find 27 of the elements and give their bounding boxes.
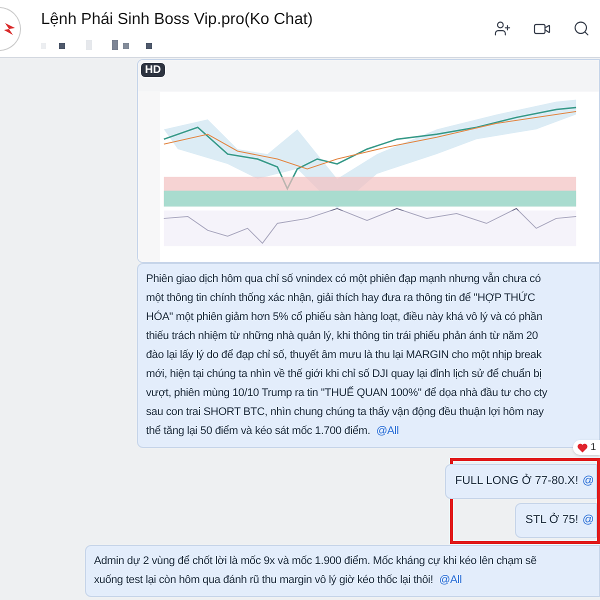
mention-link[interactable]: @ — [582, 472, 594, 490]
reaction-badge[interactable]: 1 — [573, 440, 600, 455]
message-text: xuống test lại còn hôm qua đánh rũ thu margin vô lý giờ kéo thốc lại thôi! — [94, 573, 434, 588]
logo-icon — [3, 20, 17, 36]
mention-link[interactable]: @All — [376, 422, 399, 441]
search-icon[interactable] — [573, 20, 590, 37]
message-text: một thông tin chính thống xác nhận, giải thích hay đưa ra thông tin để "HỢP THỨC — [146, 290, 536, 306]
message-text: đào lại lấy lý do để đạp chỉ số, thuyết âm mưu là thu lại MARGIN cho một nhịp break — [146, 348, 542, 363]
chat-title: Lệnh Phái Sinh Boss Vip.pro(Ko Chat) — [41, 10, 313, 30]
group-avatar[interactable] — [0, 6, 21, 50]
image-attachment[interactable]: HD — [137, 59, 600, 263]
message-text: HÓA" một phiên giảm hơn 5% cổ phiếu sàn hàng loạt, điều này khá vô lý và có phần — [146, 310, 542, 325]
mention-link[interactable]: @ — [582, 512, 594, 530]
message-text: vượt, phiên mùng 10/10 Trump ra tin "THUẾ QUAN 100%" để dọa nhà đầu tư cho cty — [146, 385, 548, 401]
message-text: STL Ở 75! — [525, 512, 578, 528]
mention-link[interactable]: @All — [439, 571, 462, 590]
hd-badge: HD — [141, 63, 165, 77]
heart-icon — [577, 442, 588, 452]
add-member-icon[interactable] — [494, 20, 511, 37]
message-text: mới, hiện tại chúng ta nhìn về thế giới khi chỉ số DJI quay lại đỉnh lịch sử để chuẩn bị — [146, 367, 542, 382]
message-text: thể tăng lại 50 điểm và kéo sát mốc 1.700 điểm. — [146, 424, 370, 439]
reaction-count: 1 — [590, 441, 596, 455]
message-text: Phiên giao dịch hôm qua chỉ số vnindex có một phiên đạp mạnh nhưng vẫn chưa có — [146, 272, 541, 287]
message-text: thiếu trách nhiệm từ những nhà quản lý, khi thông tin trái phiếu phản ánh từ năm 20 — [146, 329, 538, 344]
message-text: FULL LONG Ở 77-80.X! — [455, 472, 578, 489]
message-text: sau con trai SHORT BTC, nhìn chung chúng ta thấy vận động đều thuận lợi hôm nay — [146, 405, 544, 420]
message-text: Admin dự 2 vùng để chốt lời là mốc 9x và mốc 1.900 điểm. Mốc kháng cự khi kéo lên chạm sẽ — [94, 554, 537, 569]
